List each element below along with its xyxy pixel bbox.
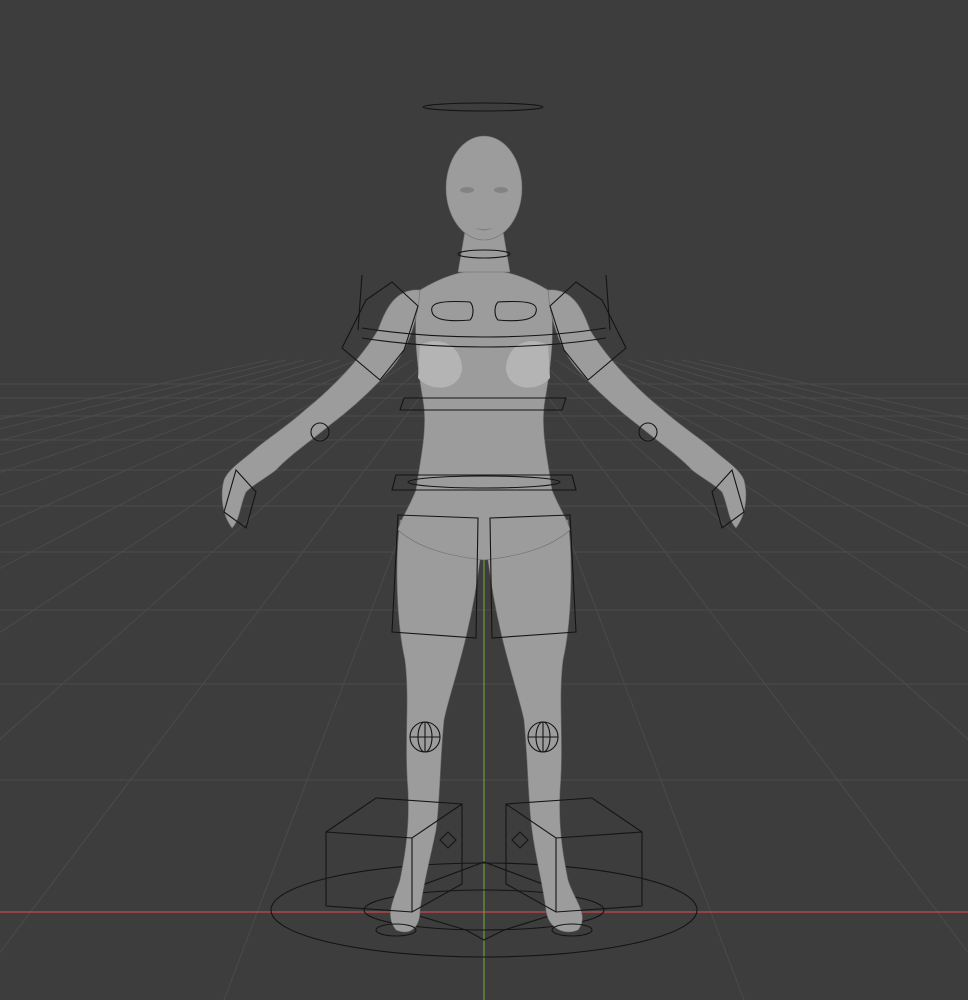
- 3d-viewport[interactable]: [0, 0, 968, 1000]
- right-eye: [494, 187, 508, 193]
- left-eye: [460, 187, 474, 193]
- head[interactable]: [445, 135, 523, 241]
